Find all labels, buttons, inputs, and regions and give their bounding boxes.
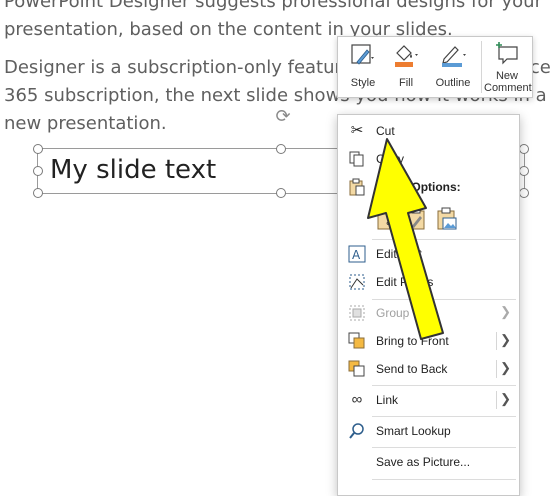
mini-toolbar: Style Fill Outline New Comment [337, 36, 533, 98]
scissors-icon: ✂ [350, 122, 364, 139]
menu-item-bring-to-front-label: Bring to Front [376, 334, 449, 348]
send-to-back-icon [348, 360, 365, 377]
menu-item-save-as-picture-label: Save as Picture... [376, 455, 471, 469]
menu-separator [372, 239, 516, 240]
fill-color-swatch [395, 62, 413, 67]
menu-item-edit-text-label: Edit Text [376, 247, 422, 261]
paste-options-label: Paste Options: [376, 180, 461, 194]
paste-options-header: Paste Options: [338, 174, 519, 200]
menu-item-cut-label: Cut [376, 124, 395, 138]
menu-item-group-label: Group [376, 306, 410, 320]
fill-label: Fill [398, 77, 414, 89]
submenu-arrow-icon[interactable]: ❯ [500, 360, 511, 376]
bring-to-front-icon [348, 332, 365, 349]
fill-button[interactable]: Fill [386, 37, 426, 97]
split-separator [496, 391, 497, 409]
new-comment-button[interactable]: New Comment [484, 37, 532, 97]
paste-keep-source-icon[interactable]: a [376, 207, 398, 231]
menu-item-save-as-picture[interactable]: Save as Picture... [338, 449, 519, 475]
split-separator [496, 360, 497, 378]
paste-picture-icon[interactable] [436, 207, 458, 231]
pen-outline-icon [442, 46, 466, 67]
resize-handle-bottom-right[interactable] [519, 188, 529, 198]
paste-use-destination-icon[interactable] [406, 207, 428, 231]
menu-item-smart-lookup-label: Smart Lookup [376, 424, 451, 438]
menu-separator [372, 416, 516, 417]
split-separator [496, 332, 497, 350]
menu-item-send-to-back-label: Send to Back [376, 362, 448, 376]
menu-item-link[interactable]: ∞ Link ❯ [338, 387, 519, 413]
paste-icon [349, 178, 365, 196]
shape-style-icon [351, 44, 374, 65]
resize-handle-top-left[interactable] [33, 144, 43, 154]
menu-item-smart-lookup[interactable]: Smart Lookup [338, 418, 519, 444]
svg-text:a: a [386, 217, 392, 228]
edit-text-icon: A [348, 245, 366, 263]
copy-icon [349, 151, 364, 167]
outline-color-swatch [442, 63, 462, 67]
menu-item-cut[interactable]: ✂ Cut [338, 118, 519, 144]
menu-item-copy[interactable]: Copy [338, 146, 519, 172]
resize-handle-bottom-left[interactable] [33, 188, 43, 198]
new-comment-icon [496, 42, 518, 65]
resize-handle-middle-right[interactable] [519, 166, 529, 176]
menu-item-send-to-back[interactable]: Send to Back ❯ [338, 356, 519, 382]
style-button[interactable]: Style [342, 37, 384, 97]
menu-item-bring-to-front[interactable]: Bring to Front ❯ [338, 328, 519, 354]
menu-item-edit-points-label: Edit Points [376, 275, 434, 289]
rotate-handle-icon[interactable]: ⟳ [273, 106, 293, 126]
menu-item-link-label: Link [376, 393, 399, 407]
menu-separator [372, 385, 516, 386]
menu-item-edit-text[interactable]: A Edit Text [338, 241, 519, 267]
svg-text:A: A [352, 248, 361, 262]
resize-handle-top-center[interactable] [276, 144, 286, 154]
resize-handle-middle-left[interactable] [33, 166, 43, 176]
group-icon [349, 305, 365, 321]
new-comment-label: New Comment [484, 70, 532, 94]
menu-item-copy-label: Copy [376, 152, 405, 166]
outline-label: Outline [435, 77, 471, 89]
smart-lookup-icon [349, 423, 364, 439]
resize-handle-bottom-center[interactable] [276, 188, 286, 198]
link-icon: ∞ [351, 391, 363, 408]
edit-points-icon [349, 274, 365, 290]
paint-bucket-icon [395, 45, 418, 67]
menu-separator [372, 479, 516, 480]
outline-button[interactable]: Outline [428, 37, 478, 97]
submenu-arrow-icon: ❯ [500, 304, 511, 319]
menu-item-group[interactable]: Group ❯ [338, 300, 519, 326]
menu-item-edit-points[interactable]: Edit Points [338, 269, 519, 295]
submenu-arrow-icon[interactable]: ❯ [500, 391, 511, 407]
submenu-arrow-icon[interactable]: ❯ [500, 332, 511, 348]
context-menu: ✂ Cut Copy Paste Options: a A Edit Text … [337, 114, 520, 496]
toolbar-separator [481, 41, 482, 93]
style-label: Style [350, 77, 376, 89]
textbox-text[interactable]: My slide text [50, 155, 216, 185]
menu-separator [372, 447, 516, 448]
resize-handle-top-right[interactable] [519, 144, 529, 154]
